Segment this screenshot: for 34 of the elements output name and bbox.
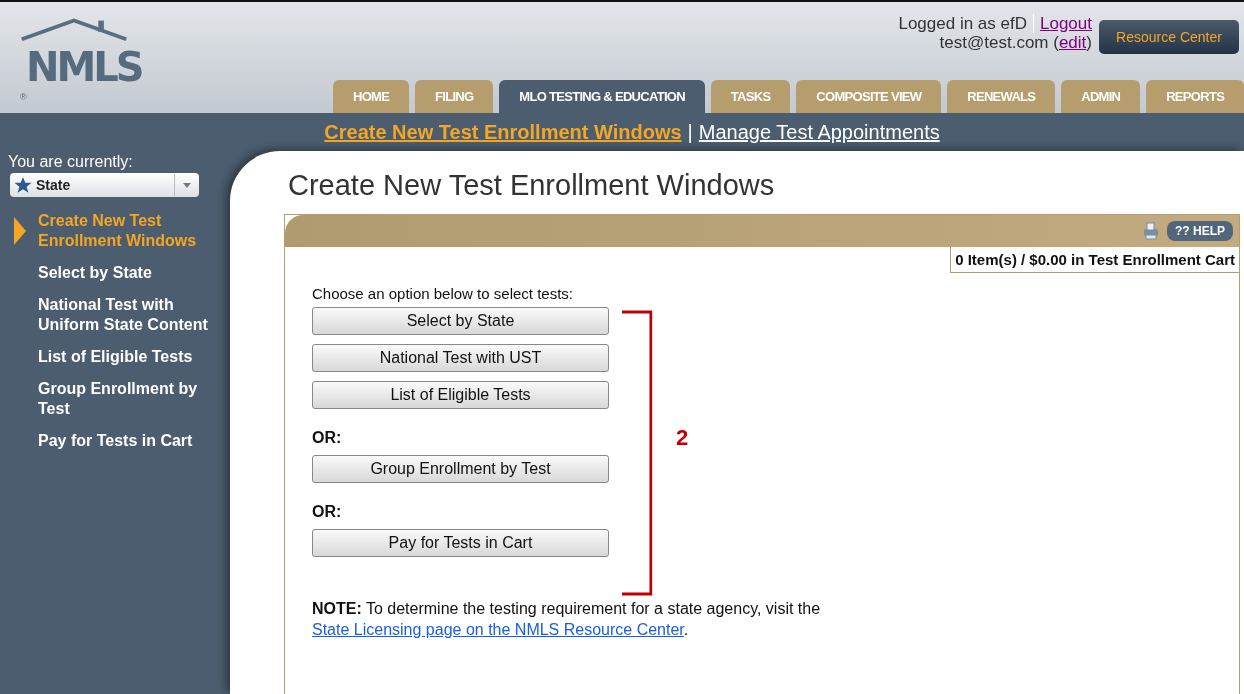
paren-text: ) (1086, 33, 1092, 52)
current-page-arrow-icon (14, 217, 26, 245)
sidebar-item[interactable]: Pay for Tests in Cart (38, 431, 223, 451)
separator-text: | (687, 120, 693, 144)
option-button[interactable]: Group Enrollment by Test (312, 455, 609, 483)
sidebar-item[interactable]: List of Eligible Tests (38, 347, 223, 367)
subnav-link[interactable]: Manage Test Appointments (698, 120, 940, 144)
nav-tab[interactable]: MLO TESTING & EDUCATION (499, 80, 705, 113)
page-title: Create New Test Enrollment Windows (288, 169, 776, 202)
dropdown-caret-icon (183, 182, 191, 188)
logout-link[interactable]: Logout (1040, 14, 1092, 33)
sidebar-caption: You are currently: (7, 153, 134, 171)
edit-link[interactable]: edit (1058, 33, 1087, 52)
login-status: Logged in as efD (898, 14, 1034, 33)
option-button[interactable]: National Test with UST (312, 344, 609, 372)
option-button[interactable]: Pay for Tests in Cart (312, 529, 609, 557)
or-label: OR: (312, 503, 342, 521)
or-label: OR: (312, 429, 342, 447)
instruction-text: Choose an option below to select tests: (312, 285, 574, 302)
resource-center-button[interactable]: Resource Center (1099, 20, 1239, 54)
sidebar-item[interactable]: Select by State (38, 263, 223, 283)
sidebar-item[interactable]: National Test with Uniform State Content (38, 295, 223, 335)
annotation-number: 2 (676, 425, 689, 451)
state-licensing-link[interactable]: State Licensing page on the NMLS Resource Center (312, 621, 684, 638)
printer-icon[interactable] (1141, 221, 1161, 241)
role-dropdown[interactable]: State (10, 173, 199, 197)
cart-summary: 0 Item(s) / $0.00 in Test Enrollment Cart (950, 247, 1239, 273)
option-button[interactable]: List of Eligible Tests (312, 381, 609, 409)
note-text: NOTE: To determine the testing requirement for a state agency, visit the State Licensing page on the NMLS Resource Center. (312, 599, 822, 640)
sidebar-item[interactable]: Group Enrollment by Test (38, 379, 223, 419)
user-email: test@test.com ( (939, 33, 1059, 52)
help-button[interactable]: ?? HELP (1167, 221, 1233, 241)
option-button[interactable]: Select by State (312, 307, 609, 335)
star-icon (14, 176, 32, 194)
